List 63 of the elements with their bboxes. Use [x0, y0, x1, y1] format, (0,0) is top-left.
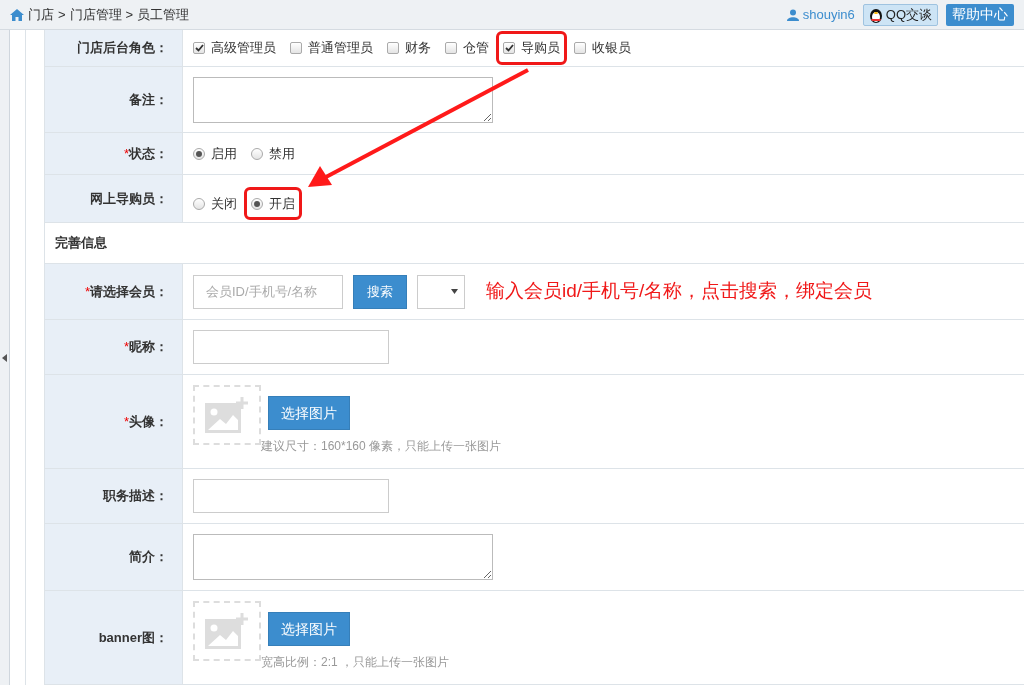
home-icon[interactable]: [10, 8, 24, 21]
checkbox[interactable]: [445, 42, 457, 54]
field-label: 职务描述：: [103, 487, 168, 506]
image-placeholder[interactable]: [193, 601, 261, 661]
radio-button[interactable]: [193, 197, 205, 210]
member-search-field[interactable]: 会员ID/手机号/名称: [193, 274, 343, 309]
search-button[interactable]: 搜索: [353, 274, 407, 309]
checkbox[interactable]: [503, 42, 515, 54]
upload-hint: 建议尺寸：160*160 像素，只能上传一张图片: [261, 438, 502, 455]
field-label: 头像：: [129, 412, 168, 431]
option-label[interactable]: 仓管: [463, 38, 489, 58]
required-asterisk: *: [123, 412, 129, 431]
field-label: 简介：: [129, 548, 168, 567]
checkmark-icon: [504, 44, 514, 52]
breadcrumb-link[interactable]: 门店管理: [69, 4, 122, 25]
user-icon: [786, 8, 799, 21]
field-label: 请选择会员：: [90, 282, 168, 301]
radio-button[interactable]: [251, 147, 263, 160]
choose-image-button[interactable]: 选择图片: [268, 396, 350, 430]
option-label[interactable]: 收银员: [592, 38, 631, 58]
qq-chat-button[interactable]: QQ交谈: [862, 3, 938, 26]
radio-button[interactable]: [193, 147, 205, 160]
radio-button[interactable]: [251, 197, 263, 210]
option-label[interactable]: 高级管理员: [211, 38, 276, 58]
checkbox[interactable]: [193, 42, 205, 54]
breadcrumb-link[interactable]: 门店: [28, 4, 54, 25]
option-label[interactable]: 启用: [211, 143, 237, 164]
field-label: 昵称：: [129, 338, 168, 357]
member-dropdown[interactable]: [417, 274, 465, 309]
text-input-field[interactable]: [193, 479, 389, 513]
section-title: 完善信息: [54, 234, 107, 253]
annotation-text: 输入会员id/手机号/名称，点击搜索，绑定会员: [486, 279, 873, 304]
help-center-button[interactable]: 帮助中心: [946, 3, 1014, 26]
collapse-arrow-icon[interactable]: [2, 353, 7, 362]
dropdown-caret-icon: [451, 289, 458, 294]
checkbox[interactable]: [387, 42, 399, 54]
required-asterisk: *: [123, 338, 129, 357]
textarea-field[interactable]: [193, 534, 493, 580]
checkbox[interactable]: [290, 42, 302, 54]
required-asterisk: *: [84, 282, 90, 301]
upload-hint: 宽高比例：2:1 ，只能上传一张图片: [261, 654, 449, 671]
breadcrumb-link[interactable]: 员工管理: [137, 4, 190, 25]
field-label: 网上导购员：: [90, 189, 168, 208]
textarea-field[interactable]: [193, 76, 493, 123]
field-label: 备注：: [129, 90, 168, 109]
choose-image-button[interactable]: 选择图片: [268, 612, 350, 646]
option-label[interactable]: 导购员: [521, 38, 560, 58]
field-label: banner图：: [98, 628, 168, 647]
checkbox[interactable]: [574, 42, 586, 54]
option-label[interactable]: 关闭: [211, 193, 237, 214]
penguin-icon: [868, 6, 883, 23]
option-label[interactable]: 开启: [269, 193, 295, 214]
checkmark-icon: [194, 44, 204, 52]
field-label: 门店后台角色：: [77, 39, 168, 58]
breadcrumb-separator: >: [125, 5, 134, 24]
required-asterisk: *: [123, 144, 129, 163]
field-label: 状态：: [129, 144, 168, 163]
option-label[interactable]: 禁用: [269, 143, 295, 164]
text-input-field[interactable]: [193, 330, 389, 364]
image-placeholder[interactable]: [193, 385, 261, 445]
breadcrumb-separator: >: [58, 5, 66, 24]
option-label[interactable]: 普通管理员: [308, 38, 373, 58]
option-label[interactable]: 财务: [405, 38, 431, 58]
